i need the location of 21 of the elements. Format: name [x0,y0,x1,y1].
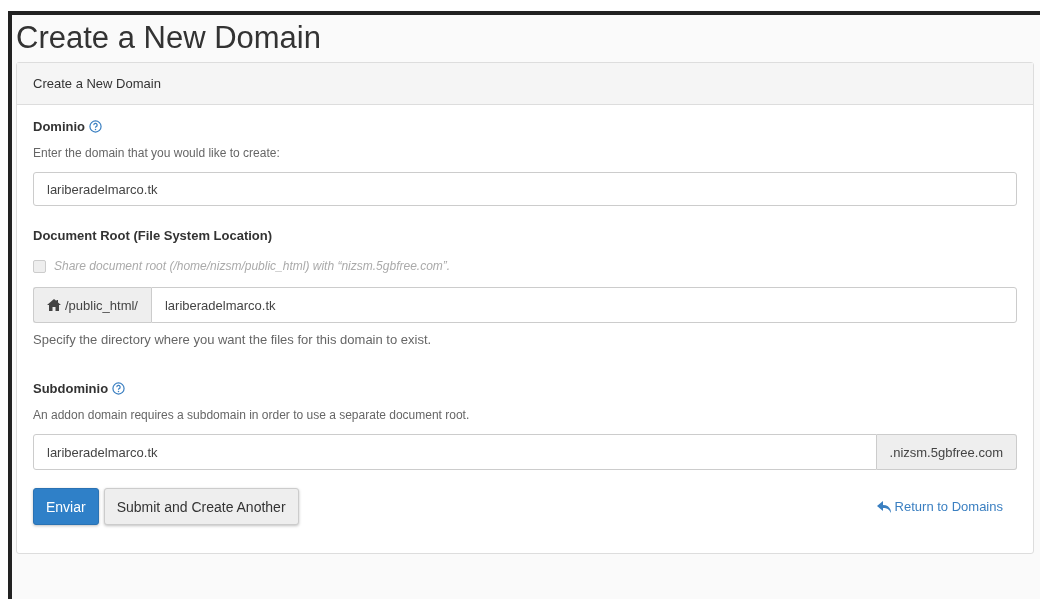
domain-input[interactable]: lariberadelmarco.tk [33,172,1017,206]
help-icon[interactable] [112,382,126,395]
help-icon[interactable] [89,120,102,133]
submit-another-button[interactable]: Submit and Create Another [103,488,299,525]
return-link[interactable]: Return to Domains [876,499,1003,514]
field-label: Document Root (File System Location) [33,228,273,243]
field-hint: An addon domain requires a subdomain in order to use a separate document root. [33,408,471,422]
field-hint: Enter the domain that you would like to create: [33,146,281,160]
home-icon [47,299,61,311]
page-title: Create a New Domain [16,19,322,57]
domain-suffix: .nizsm.5gbfree.com [876,434,1017,470]
field-label: Subdominio [33,381,109,396]
submit-button[interactable]: Enviar [33,488,99,525]
subdomain-input[interactable]: lariberadelmarco.tk [33,434,877,470]
reply-icon [876,500,891,513]
field-help: Specify the directory where you want the files for this domain to exist. [33,332,433,347]
prefix-text: /public_html/ [65,297,138,313]
field-label: Dominio [33,119,85,134]
panel-heading: Create a New Domain [17,63,1033,105]
document-root-input[interactable]: lariberadelmarco.tk [151,287,1017,323]
checkbox-text: Share document root (/home/nizsm/public_html) with “nizsm.5gbfree.com”. [54,259,451,273]
